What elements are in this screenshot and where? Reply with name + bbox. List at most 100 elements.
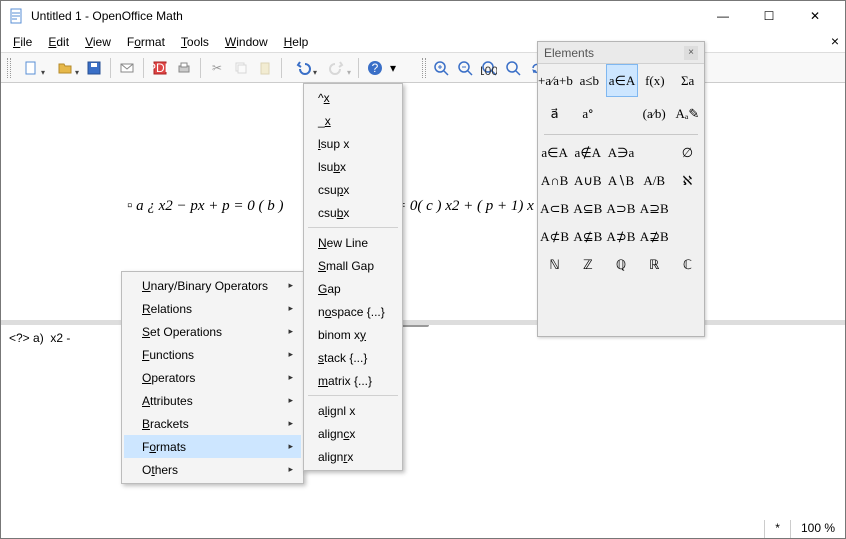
formats-stack-[interactable]: stack {...} [306, 346, 400, 369]
formats-submenu: ^x_xlsup xlsub xcsup xcsub x New LineSmal… [303, 83, 403, 471]
help-button[interactable]: ? [364, 57, 386, 79]
elements-op[interactable]: ℚ [604, 251, 637, 279]
elements-op[interactable] [671, 195, 704, 223]
formats-matrix-[interactable]: matrix {...} [306, 369, 400, 392]
zoom-page-button[interactable] [502, 57, 524, 79]
elements-op[interactable]: A∋a [604, 139, 637, 167]
elements-op[interactable]: ℤ [571, 251, 604, 279]
elements-op[interactable]: A⊈B [571, 223, 604, 251]
paste-button[interactable] [254, 57, 276, 79]
elements-header[interactable]: Elements × [538, 42, 704, 64]
elements-op[interactable]: ℝ [638, 251, 671, 279]
ctxmenu-set-operations[interactable]: Set Operations▸ [124, 320, 301, 343]
elements-op[interactable]: A⊅B [604, 223, 637, 251]
pdf-export-button[interactable]: PDF [149, 57, 171, 79]
elements-op[interactable]: A⊂B [538, 195, 571, 223]
elements-op[interactable] [671, 223, 704, 251]
formats-lsub-x[interactable]: lsub x [306, 155, 400, 178]
ctxmenu-others[interactable]: Others▸ [124, 458, 301, 481]
elements-op[interactable]: a∉A [571, 139, 604, 167]
elements-op[interactable]: A⊃B [604, 195, 637, 223]
elements-op[interactable] [638, 139, 671, 167]
elements-panel[interactable]: Elements × +a⁄a+ba≤ba∈Af(x)Σa a⃗aᐤ(a⁄b)A… [537, 41, 705, 337]
elements-op[interactable]: a∈A [538, 139, 571, 167]
titlebar: Untitled 1 - OpenOffice Math — ☐ ✕ [1, 1, 845, 31]
close-button[interactable]: ✕ [793, 2, 837, 30]
ctxmenu-unary-binary-operators[interactable]: Unary/Binary Operators▸ [124, 274, 301, 297]
menu-edit[interactable]: Edit [40, 33, 77, 51]
toolbar2-handle[interactable] [422, 58, 426, 78]
status-zoom: 100 % [790, 517, 845, 538]
ctxmenu-brackets[interactable]: Brackets▸ [124, 412, 301, 435]
toolbar-handle[interactable] [7, 58, 11, 78]
elements-op[interactable]: ℵ [671, 167, 704, 195]
elements-op[interactable]: A⊉B [638, 223, 671, 251]
ctxmenu-relations[interactable]: Relations▸ [124, 297, 301, 320]
ctxmenu-formats[interactable]: Formats▸ [124, 435, 301, 458]
formats-nospace-[interactable]: nospace {...} [306, 300, 400, 323]
elements-op[interactable]: ℂ [671, 251, 704, 279]
elements-cell[interactable]: Aₐ✎ [671, 97, 704, 130]
new-doc-button[interactable] [15, 57, 47, 79]
formats-lsup-x[interactable]: lsup x [306, 132, 400, 155]
maximize-button[interactable]: ☐ [747, 2, 791, 30]
menu-view[interactable]: View [77, 33, 119, 51]
elements-op[interactable]: A∖B [604, 167, 637, 195]
elements-op[interactable]: A⊆B [571, 195, 604, 223]
toolbar-overflow[interactable]: ▾ [388, 57, 398, 79]
ctxmenu-functions[interactable]: Functions▸ [124, 343, 301, 366]
ctxmenu-operators[interactable]: Operators▸ [124, 366, 301, 389]
save-button[interactable] [83, 57, 105, 79]
formula-text-left: ▫ a ¿ x2 − px + p = 0 ( b ) [127, 198, 284, 215]
elements-cell[interactable]: (a⁄b) [638, 97, 671, 130]
email-button[interactable] [116, 57, 138, 79]
elements-cell[interactable]: a⃗ [538, 97, 571, 130]
elements-cell[interactable]: a≤b [573, 64, 606, 97]
zoom-100-button[interactable]: 100 [478, 57, 500, 79]
elements-cell[interactable]: a∈A [606, 64, 639, 97]
elements-op[interactable]: ∅ [671, 139, 704, 167]
formula-text-right: = 0( c ) x2 + ( p + 1) x + p [396, 198, 559, 215]
menu-tools[interactable]: Tools [173, 33, 217, 51]
app-icon [9, 8, 25, 24]
formats-binom-x-y[interactable]: binom x y [306, 323, 400, 346]
menu-format[interactable]: Format [119, 33, 173, 51]
doc-close-icon[interactable]: × [831, 33, 839, 49]
elements-op[interactable]: A⊇B [638, 195, 671, 223]
menu-file[interactable]: File [5, 33, 40, 51]
copy-button[interactable] [230, 57, 252, 79]
undo-button[interactable] [287, 57, 319, 79]
formats-alignr-x[interactable]: alignr x [306, 445, 400, 468]
elements-op[interactable]: A∩B [538, 167, 571, 195]
zoom-out-button[interactable] [454, 57, 476, 79]
redo-button[interactable] [321, 57, 353, 79]
formats-new-line[interactable]: New Line [306, 231, 400, 254]
elements-cell[interactable]: aᐤ [571, 97, 604, 130]
elements-cell[interactable]: f(x) [638, 64, 671, 97]
formats-small-gap[interactable]: Small Gap [306, 254, 400, 277]
elements-cell[interactable] [604, 97, 637, 130]
formats-csub-x[interactable]: csub x [306, 201, 400, 224]
elements-cell[interactable]: Σa [671, 64, 704, 97]
cut-button[interactable]: ✂ [206, 57, 228, 79]
svg-text:PDF: PDF [152, 61, 168, 75]
zoom-in-button[interactable] [430, 57, 452, 79]
formats-alignc-x[interactable]: alignc x [306, 422, 400, 445]
menu-window[interactable]: Window [217, 33, 276, 51]
menu-help[interactable]: Help [276, 33, 317, 51]
elements-op[interactable]: A⊄B [538, 223, 571, 251]
formats-csup-x[interactable]: csup x [306, 178, 400, 201]
formats-gap[interactable]: Gap [306, 277, 400, 300]
minimize-button[interactable]: — [701, 2, 745, 30]
formats--x[interactable]: ^x [306, 86, 400, 109]
elements-cell[interactable]: +a⁄a+b [538, 64, 573, 97]
formats--x[interactable]: _x [306, 109, 400, 132]
ctxmenu-attributes[interactable]: Attributes▸ [124, 389, 301, 412]
elements-op[interactable]: ℕ [538, 251, 571, 279]
print-button[interactable] [173, 57, 195, 79]
formats-alignl-x[interactable]: alignl x [306, 399, 400, 422]
elements-op[interactable]: A/B [638, 167, 671, 195]
elements-op[interactable]: A∪B [571, 167, 604, 195]
open-button[interactable] [49, 57, 81, 79]
elements-close-icon[interactable]: × [684, 46, 698, 60]
